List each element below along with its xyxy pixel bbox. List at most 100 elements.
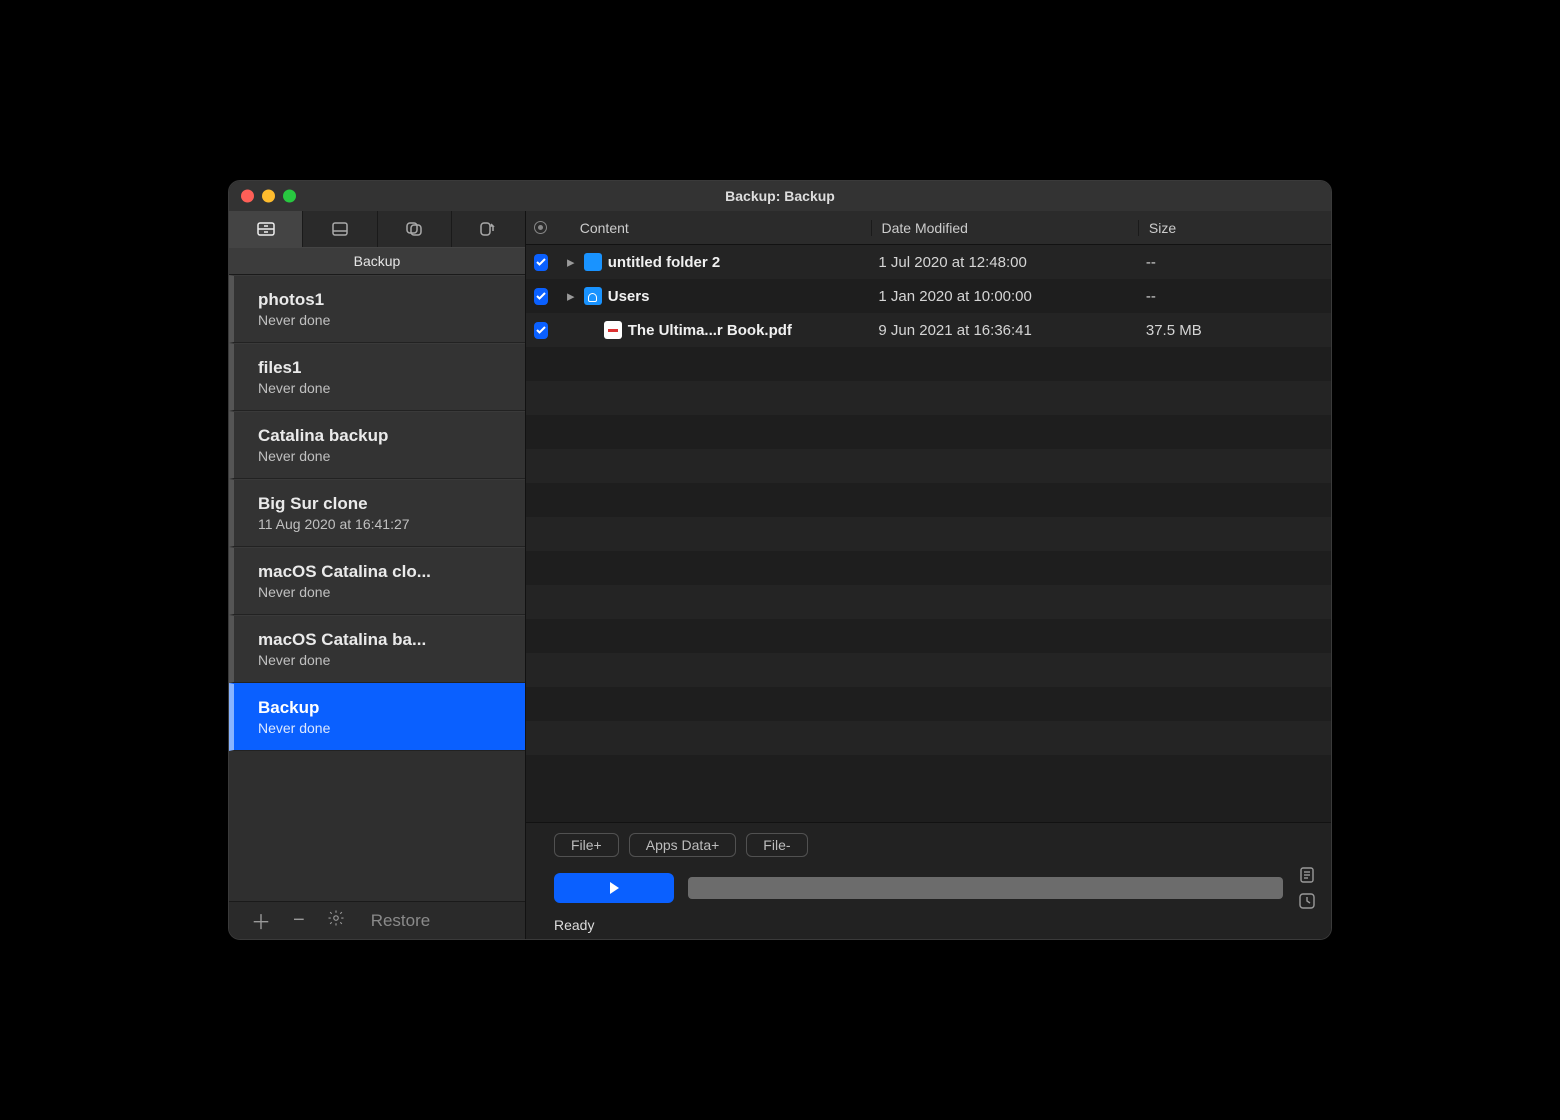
sidebar-item-catalina-backup[interactable]: Catalina backup Never done (229, 411, 525, 479)
task-name: files1 (258, 358, 503, 378)
column-date[interactable]: Date Modified (871, 220, 1138, 236)
sidebar-header: Backup (229, 247, 525, 275)
table-header: Content Date Modified Size (526, 211, 1331, 245)
settings-button[interactable] (327, 909, 345, 933)
disclosure-triangle[interactable]: ▸ (564, 287, 578, 305)
task-status: Never done (258, 584, 503, 600)
task-status: Never done (258, 380, 503, 396)
file-list: ▸ untitled folder 2 1 Jul 2020 at 12:48:… (526, 245, 1331, 822)
target-icon (534, 221, 547, 234)
checkbox[interactable] (534, 254, 548, 271)
sidebar-task-list: photos1 Never done files1 Never done Cat… (229, 275, 525, 901)
gear-icon (327, 909, 345, 927)
file-name: The Ultima...r Book.pdf (628, 322, 792, 339)
column-content[interactable]: Content (556, 220, 871, 236)
empty-row (526, 347, 1331, 381)
sync-icon (478, 220, 498, 238)
status-label: Ready (554, 917, 1317, 933)
tab-disk[interactable] (303, 211, 377, 247)
table-row[interactable]: The Ultima...r Book.pdf 9 Jun 2021 at 16… (526, 313, 1331, 347)
task-name: Backup (258, 698, 503, 718)
task-name: Catalina backup (258, 426, 503, 446)
disk-icon (331, 221, 349, 237)
file-name: untitled folder 2 (608, 254, 721, 271)
sidebar: Backup photos1 Never done files1 Never d… (229, 211, 526, 939)
check-icon (535, 324, 547, 336)
empty-row (526, 381, 1331, 415)
progress-bar (688, 877, 1283, 899)
empty-row (526, 653, 1331, 687)
remove-task-button[interactable]: − (293, 909, 305, 932)
sidebar-item-catalina-clone[interactable]: macOS Catalina clo... Never done (229, 547, 525, 615)
main-panel: Content Date Modified Size ▸ untitled fo… (526, 211, 1331, 939)
tab-sync[interactable] (452, 211, 525, 247)
sidebar-footer: ＋ − Restore (229, 901, 525, 939)
task-status: Never done (258, 720, 503, 736)
check-icon (535, 256, 547, 268)
task-status: Never done (258, 652, 503, 668)
task-status: 11 Aug 2020 at 16:41:27 (258, 516, 503, 532)
task-status: Never done (258, 312, 503, 328)
empty-row (526, 551, 1331, 585)
sidebar-mode-tabs (229, 211, 525, 247)
task-name: photos1 (258, 290, 503, 310)
bottom-bar: File+ Apps Data+ File- (526, 822, 1331, 939)
tab-copy[interactable] (378, 211, 452, 247)
file-size: -- (1138, 288, 1280, 305)
column-size[interactable]: Size (1138, 220, 1280, 236)
table-row[interactable]: ▸ untitled folder 2 1 Jul 2020 at 12:48:… (526, 245, 1331, 279)
add-task-button[interactable]: ＋ (251, 906, 271, 935)
empty-row (526, 755, 1331, 789)
checkbox[interactable] (534, 288, 548, 305)
clock-icon (1298, 892, 1316, 910)
run-button[interactable] (554, 873, 674, 903)
schedule-button[interactable] (1297, 891, 1317, 911)
file-date: 9 Jun 2021 at 16:36:41 (870, 322, 1137, 339)
action-buttons: File+ Apps Data+ File- (554, 833, 1317, 857)
window-controls (241, 190, 296, 203)
column-select[interactable] (526, 221, 556, 234)
users-folder-icon (584, 287, 602, 305)
check-icon (535, 290, 547, 302)
pdf-icon (604, 321, 622, 339)
zoom-icon[interactable] (283, 190, 296, 203)
sidebar-item-files1[interactable]: files1 Never done (229, 343, 525, 411)
play-icon (606, 880, 622, 896)
archive-icon (256, 221, 276, 237)
file-name: Users (608, 288, 650, 305)
sidebar-item-backup[interactable]: Backup Never done (229, 683, 525, 751)
sidebar-item-big-sur-clone[interactable]: Big Sur clone 11 Aug 2020 at 16:41:27 (229, 479, 525, 547)
minimize-icon[interactable] (262, 190, 275, 203)
empty-row (526, 687, 1331, 721)
titlebar: Backup: Backup (229, 181, 1331, 211)
task-name: Big Sur clone (258, 494, 503, 514)
empty-row (526, 585, 1331, 619)
log-button[interactable] (1297, 865, 1317, 885)
sidebar-item-photos1[interactable]: photos1 Never done (229, 275, 525, 343)
copy-icon (404, 220, 424, 238)
file-size: 37.5 MB (1138, 322, 1280, 339)
folder-icon (584, 253, 602, 271)
task-status: Never done (258, 448, 503, 464)
file-size: -- (1138, 254, 1280, 271)
close-icon[interactable] (241, 190, 254, 203)
empty-row (526, 517, 1331, 551)
file-minus-button[interactable]: File- (746, 833, 807, 857)
task-name: macOS Catalina clo... (258, 562, 503, 582)
task-name: macOS Catalina ba... (258, 630, 503, 650)
file-plus-button[interactable]: File+ (554, 833, 619, 857)
sidebar-item-catalina-backup-2[interactable]: macOS Catalina ba... Never done (229, 615, 525, 683)
empty-row (526, 449, 1331, 483)
apps-data-plus-button[interactable]: Apps Data+ (629, 833, 737, 857)
restore-button[interactable]: Restore (371, 911, 431, 931)
file-date: 1 Jan 2020 at 10:00:00 (870, 288, 1137, 305)
table-row[interactable]: ▸ Users 1 Jan 2020 at 10:00:00 -- (526, 279, 1331, 313)
app-window: Backup: Backup (228, 180, 1332, 940)
document-icon (1298, 866, 1316, 884)
disclosure-triangle[interactable]: ▸ (564, 253, 578, 271)
empty-row (526, 619, 1331, 653)
empty-row (526, 721, 1331, 755)
tab-archive[interactable] (229, 211, 303, 247)
empty-row (526, 415, 1331, 449)
checkbox[interactable] (534, 322, 548, 339)
